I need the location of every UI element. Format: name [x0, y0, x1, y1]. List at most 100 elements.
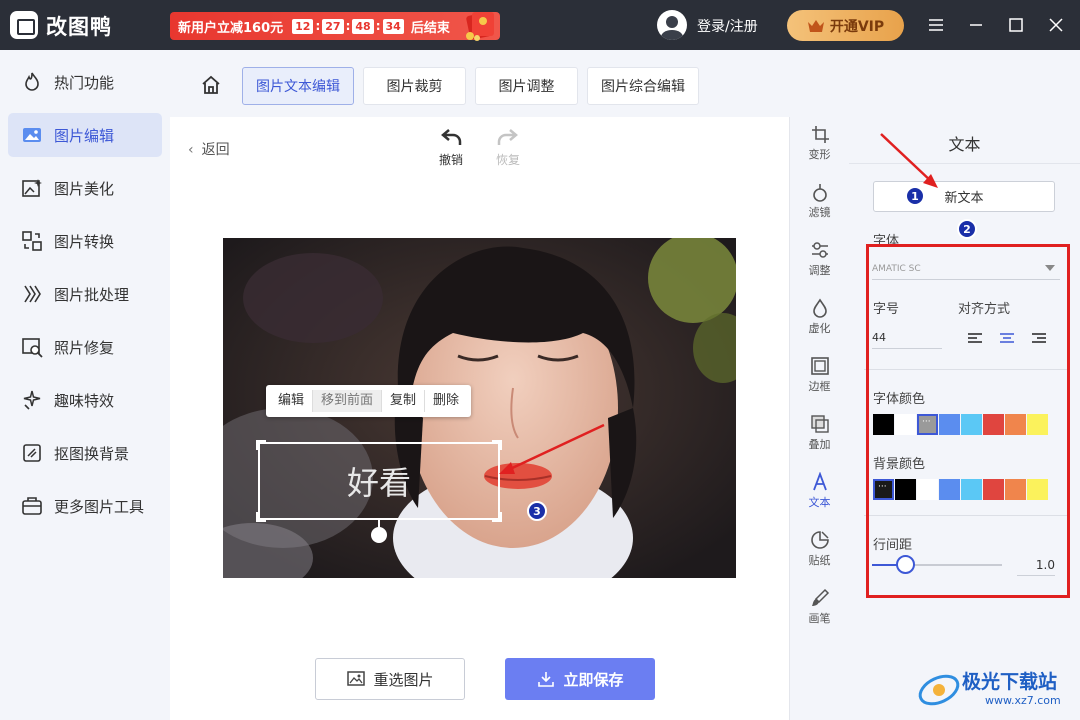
- sparkle-icon: [23, 390, 41, 410]
- tool-sticker[interactable]: 贴纸: [790, 530, 849, 568]
- adjust-icon: [811, 242, 828, 258]
- sidebar-item-label: 图片美化: [54, 179, 115, 198]
- vip-button[interactable]: 开通VIP: [787, 10, 904, 41]
- tool-label: 变形: [808, 148, 831, 161]
- download-icon: [538, 672, 555, 687]
- tool-blur[interactable]: 虚化: [790, 298, 849, 336]
- maximize-icon[interactable]: [1005, 14, 1027, 36]
- step-badge-3: 3: [527, 501, 547, 521]
- sidebar-item-label: 图片批处理: [54, 285, 130, 304]
- redo-label: 恢复: [495, 153, 520, 167]
- sidebar-item-8[interactable]: 更多图片工具: [8, 484, 162, 528]
- context-bring-front[interactable]: 移到前面: [313, 390, 383, 412]
- sidebar-item-label: 照片修复: [54, 338, 115, 357]
- tool-label: 边框: [808, 380, 831, 393]
- text-layer-box[interactable]: 好看: [258, 442, 500, 520]
- sidebar-item-label: 更多图片工具: [54, 497, 145, 516]
- home-icon[interactable]: [200, 74, 222, 96]
- toolbox-icon: [22, 497, 42, 515]
- tab-crop[interactable]: 图片裁剪: [363, 67, 466, 105]
- sidebar-item-7[interactable]: 抠图换背景: [8, 431, 162, 475]
- sidebar-item-label: 热门功能: [54, 73, 115, 92]
- resize-handle-bl[interactable]: [256, 512, 266, 522]
- sidebar-item-0[interactable]: 热门功能: [8, 60, 162, 104]
- resize-handle-tl[interactable]: [256, 440, 266, 450]
- sidebar-item-5[interactable]: 照片修复: [8, 325, 162, 369]
- divider: [849, 163, 1080, 164]
- sidebar-item-3[interactable]: 图片转换: [8, 219, 162, 263]
- context-menu: 编辑 移到前面 复制 删除: [266, 385, 472, 417]
- red-envelope-icon: [466, 12, 494, 41]
- reselect-image-button[interactable]: 重选图片: [315, 658, 465, 700]
- tab-text-edit[interactable]: 图片文本编辑: [242, 67, 354, 105]
- context-delete[interactable]: 删除: [425, 390, 467, 412]
- sidebar-item-label: 趣味特效: [54, 391, 115, 410]
- tab-adjust[interactable]: 图片调整: [475, 67, 578, 105]
- tab-composite-edit[interactable]: 图片综合编辑: [587, 67, 699, 105]
- tool-adjust[interactable]: 调整: [790, 240, 849, 278]
- undo-label: 撤销: [438, 153, 463, 167]
- sidebar-item-label: 图片转换: [54, 232, 115, 251]
- title-bar: 改图鸭 新用户立减160元 12: 27: 48: 34 后结束 登录/注册 开…: [0, 0, 1080, 50]
- tool-label: 文本: [808, 496, 831, 509]
- image-beautify-icon: [22, 179, 42, 197]
- context-copy[interactable]: 复制: [382, 390, 426, 412]
- highlight-box: [866, 244, 1070, 598]
- tool-text[interactable]: 文本: [790, 472, 849, 510]
- countdown-minutes: 27: [322, 18, 344, 34]
- countdown-hours: 12: [292, 18, 314, 34]
- sidebar-item-label: 图片编辑: [54, 126, 115, 145]
- close-icon[interactable]: [1045, 14, 1067, 36]
- vip-label: 开通VIP: [829, 18, 885, 35]
- context-edit[interactable]: 编辑: [270, 390, 314, 412]
- tool-brush[interactable]: 画笔: [790, 588, 849, 626]
- tool-label: 虚化: [808, 322, 831, 335]
- resize-handle-tr[interactable]: [492, 440, 502, 450]
- editor-canvas: ‹ 返回 撤销 恢复 编辑 移到前面 复制 删除 好看 重选图片 立即保存: [170, 117, 789, 720]
- filter-icon: [812, 184, 827, 202]
- resize-handle-br[interactable]: [492, 512, 502, 522]
- tool-label: 叠加: [808, 438, 831, 451]
- save-label: 立即保存: [563, 670, 624, 689]
- sidebar-item-label: 抠图换背景: [54, 444, 130, 463]
- redo-icon: [497, 129, 518, 145]
- redo-button[interactable]: 恢复: [488, 127, 528, 168]
- sidebar-item-2[interactable]: 图片美化: [8, 166, 162, 210]
- border-icon: [810, 357, 829, 375]
- tool-border[interactable]: 边框: [790, 356, 849, 394]
- minimize-icon[interactable]: [965, 14, 987, 36]
- back-button[interactable]: ‹ 返回: [188, 139, 230, 159]
- undo-button[interactable]: 撤销: [431, 127, 471, 168]
- sidebar-item-1[interactable]: 图片编辑: [8, 113, 162, 157]
- promo-text: 新用户立减160元: [178, 20, 284, 36]
- tool-label: 贴纸: [808, 554, 831, 567]
- step-badge-1: 1: [905, 186, 925, 206]
- sidebar-item-4[interactable]: 图片批处理: [8, 272, 162, 316]
- image-edit-icon: [23, 128, 41, 142]
- sticker-icon: [810, 531, 829, 549]
- tab-bar: 图片文本编辑 图片裁剪 图片调整 图片综合编辑: [170, 50, 1080, 117]
- tool-label: 滤镜: [808, 206, 831, 219]
- back-label: 返回: [201, 142, 230, 158]
- menu-icon[interactable]: [925, 14, 947, 36]
- new-text-button[interactable]: 新文本: [873, 181, 1055, 212]
- login-link[interactable]: 登录/注册: [697, 16, 758, 36]
- sidebar-item-6[interactable]: 趣味特效: [8, 378, 162, 422]
- countdown-ms: 34: [382, 18, 404, 34]
- save-now-button[interactable]: 立即保存: [505, 658, 655, 700]
- image-swap-icon: [347, 671, 366, 686]
- panel-title: 文本: [948, 135, 981, 154]
- tool-filter[interactable]: 滤镜: [790, 182, 849, 220]
- brush-icon: [811, 588, 829, 606]
- rotate-handle[interactable]: [371, 527, 387, 543]
- app-name: 改图鸭: [46, 15, 112, 39]
- tool-strip: 变形滤镜调整虚化边框叠加文本贴纸画笔: [789, 117, 849, 720]
- promo-banner[interactable]: 新用户立减160元 12: 27: 48: 34 后结束: [170, 12, 500, 40]
- countdown-seconds: 48: [352, 18, 374, 34]
- tool-overlay[interactable]: 叠加: [790, 414, 849, 452]
- avatar[interactable]: [657, 10, 687, 40]
- tool-transform[interactable]: 变形: [790, 124, 849, 162]
- cutout-icon: [23, 444, 41, 462]
- app-logo-icon: [10, 11, 38, 39]
- reselect-label: 重选图片: [373, 670, 434, 689]
